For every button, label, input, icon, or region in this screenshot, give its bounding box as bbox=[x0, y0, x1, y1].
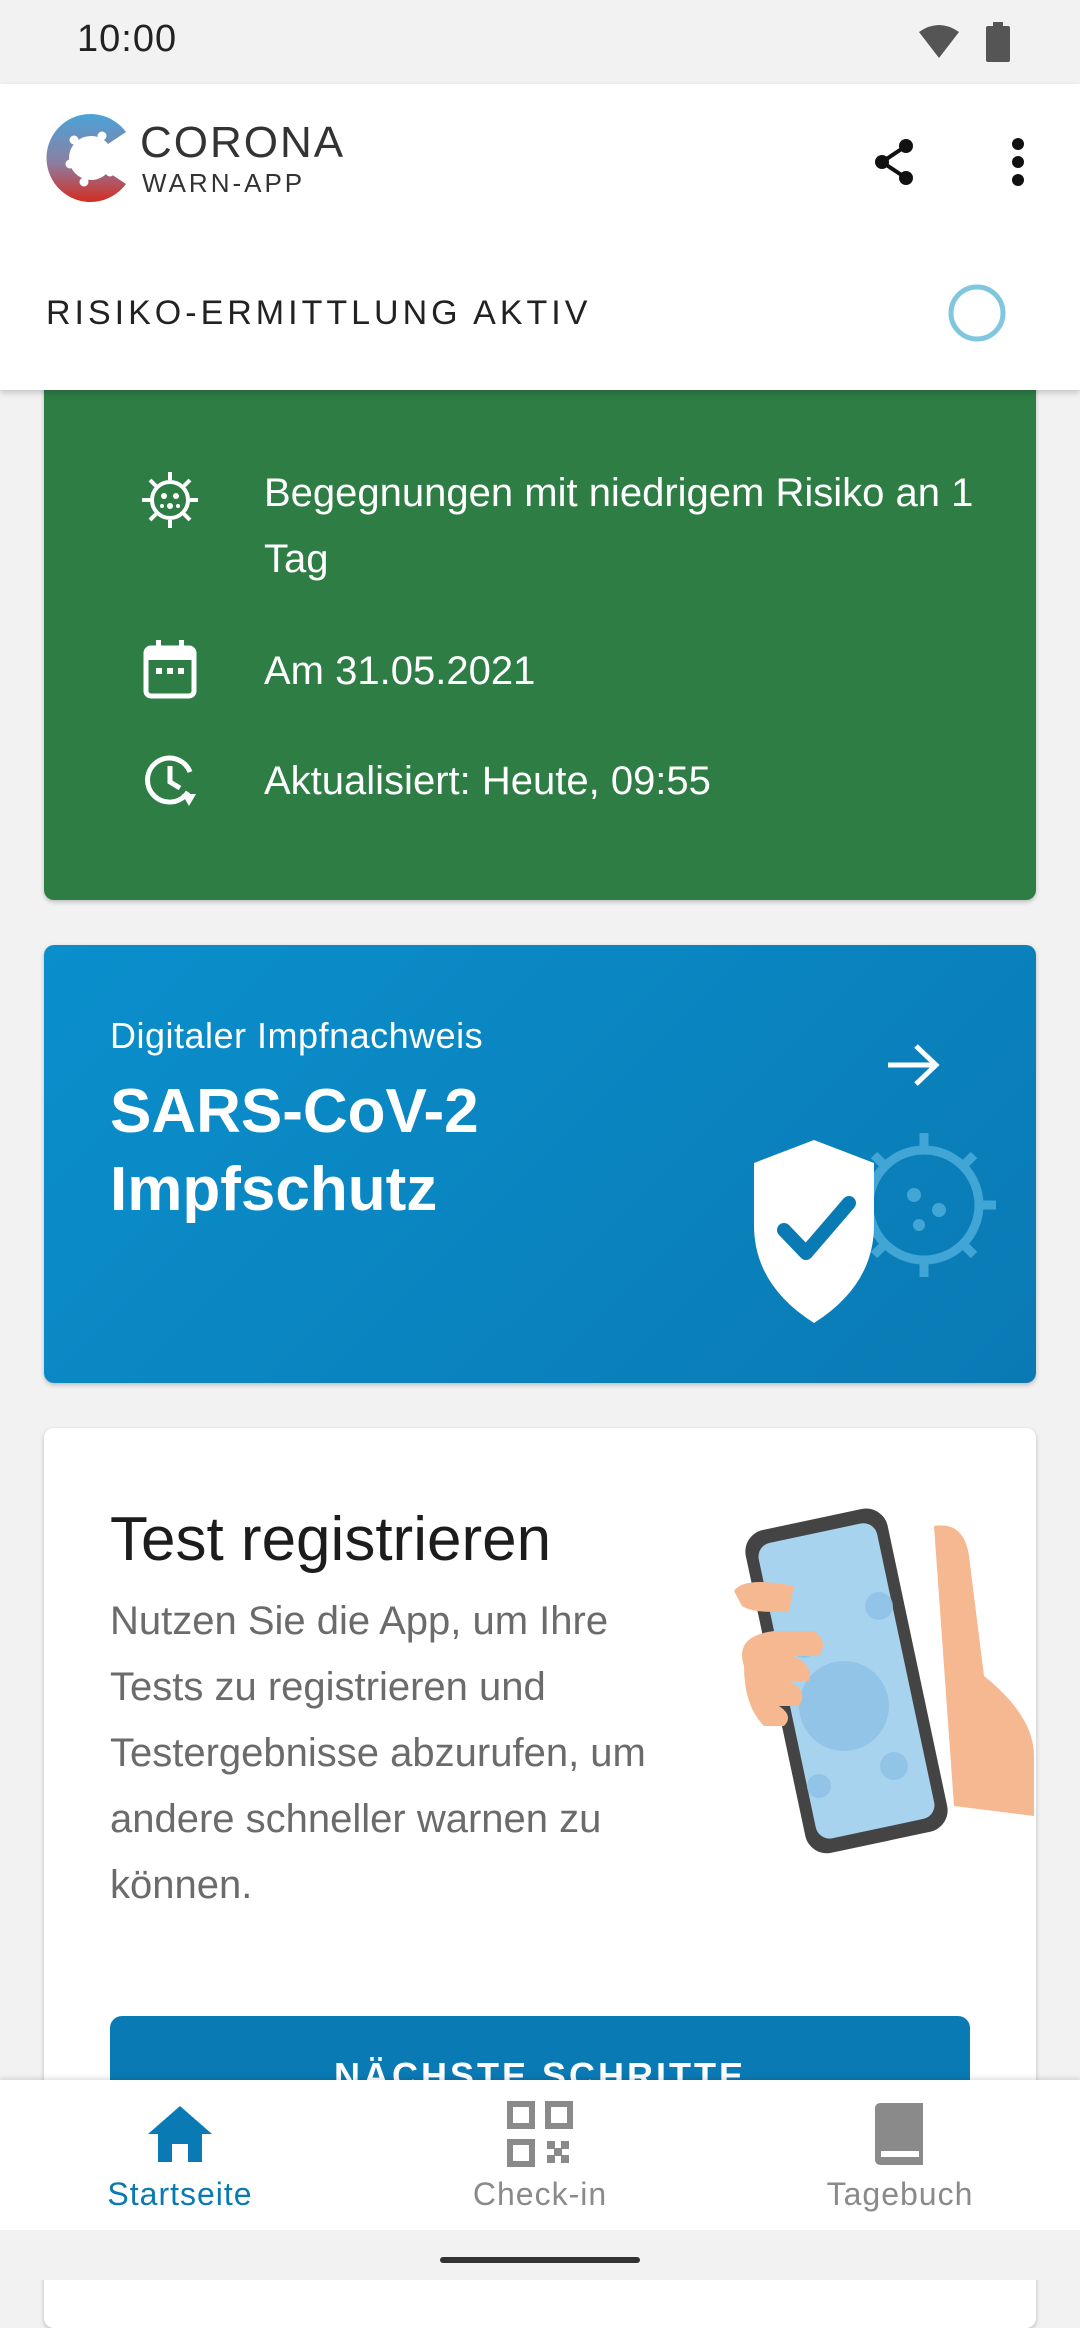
book-icon bbox=[864, 2098, 936, 2170]
bottom-navigation: Startseite Check-in Tagebuch bbox=[0, 2080, 1080, 2230]
gesture-handle[interactable] bbox=[440, 2257, 640, 2263]
risk-card[interactable]: Begegnungen mit niedrigem Risiko an 1 Ta… bbox=[44, 350, 1036, 900]
battery-icon bbox=[986, 22, 1010, 62]
vaccination-card-subtitle: Digitaler Impfnachweis bbox=[110, 1015, 484, 1056]
home-icon bbox=[144, 2098, 216, 2170]
phone-in-hand-illustration bbox=[734, 1508, 1034, 1854]
shield-check-illustration bbox=[754, 1133, 996, 1323]
nav-label-check-in: Check-in bbox=[472, 2176, 608, 2212]
test-card-body: Nutzen Sie die App, um Ihre Tests zu reg… bbox=[110, 1599, 646, 1907]
vaccination-card-title: SARS-CoV-2 Impfschutz bbox=[110, 1077, 479, 1224]
corona-warn-app-logo bbox=[46, 114, 126, 202]
qr-code-icon bbox=[504, 2098, 576, 2170]
arrow-right-icon bbox=[888, 1044, 940, 1086]
nav-label-tagebuch: Tagebuch bbox=[826, 2176, 974, 2212]
history-clock-icon bbox=[134, 744, 206, 816]
app-bar: CORONA WARN-APP RISIKO-ERMITTLUNG AKTIV bbox=[0, 84, 1080, 390]
status-icons bbox=[918, 22, 1010, 62]
system-gesture-area bbox=[0, 2230, 1080, 2280]
vaccination-certificate-card[interactable]: Digitaler Impfnachweis SARS-CoV-2 Impfsc… bbox=[44, 945, 1036, 1383]
share-icon bbox=[875, 139, 913, 185]
virus-icon bbox=[134, 464, 206, 536]
risk-encounters-text: Begegnungen mit niedrigem Risiko an 1 Ta… bbox=[264, 471, 974, 581]
test-card-title: Test registrieren bbox=[110, 1505, 552, 1574]
wifi-icon bbox=[919, 25, 959, 58]
nav-item-check-in[interactable]: Check-in bbox=[360, 2080, 720, 2230]
overflow-menu-button[interactable] bbox=[986, 130, 1050, 194]
risk-date-text: Am 31.05.2021 bbox=[264, 649, 536, 693]
brand-title: CORONA bbox=[140, 118, 346, 167]
brand-subtitle: WARN-APP bbox=[142, 168, 306, 198]
nav-label-startseite: Startseite bbox=[107, 2176, 253, 2212]
calendar-icon bbox=[134, 634, 206, 706]
status-bar: 10:00 bbox=[0, 0, 1080, 84]
share-button[interactable] bbox=[862, 130, 926, 194]
risk-status-label: RISIKO-ERMITTLUNG AKTIV bbox=[46, 294, 592, 332]
status-time: 10:00 bbox=[77, 18, 178, 60]
risk-updated-text: Aktualisiert: Heute, 09:55 bbox=[264, 759, 711, 803]
nav-item-tagebuch[interactable]: Tagebuch bbox=[720, 2080, 1080, 2230]
more-vert-icon bbox=[1012, 138, 1024, 186]
nav-item-startseite[interactable]: Startseite bbox=[0, 2080, 360, 2230]
risk-status-indicator-icon bbox=[948, 284, 1006, 342]
